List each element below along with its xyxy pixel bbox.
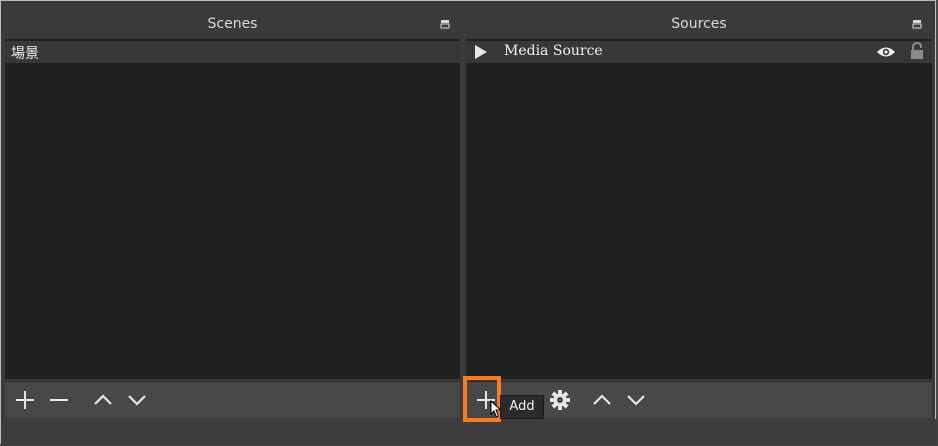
scenes-dock: Scenes 場景 (3, 11, 462, 419)
chevron-up-icon (593, 394, 611, 405)
chevron-down-icon (128, 395, 146, 406)
sources-list[interactable]: Media Source (466, 39, 932, 379)
move-source-down-button[interactable] (620, 382, 652, 418)
source-item-label: Media Source (504, 43, 603, 59)
source-item[interactable]: Media Source (466, 41, 932, 63)
move-scene-up-button[interactable] (87, 382, 119, 418)
add-scene-button[interactable] (9, 382, 41, 418)
dock-float-icon[interactable] (912, 19, 922, 29)
scenes-list[interactable]: 場景 (5, 39, 460, 379)
chevron-up-icon (94, 394, 112, 405)
lock-icon[interactable] (910, 42, 924, 60)
eye-icon[interactable] (876, 45, 896, 59)
mouse-cursor-icon (490, 400, 502, 418)
scene-item-label: 場景 (11, 46, 39, 62)
chevron-down-icon (627, 395, 645, 406)
gear-icon (550, 390, 570, 410)
status-strip (1, 419, 937, 445)
move-source-up-button[interactable] (586, 382, 618, 418)
minus-icon (50, 399, 68, 401)
remove-scene-button[interactable] (43, 382, 75, 418)
plus-icon (16, 391, 34, 409)
play-icon[interactable] (474, 45, 488, 59)
scenes-dock-title: Scenes (207, 16, 258, 32)
dock-float-icon[interactable] (440, 19, 450, 29)
scenes-toolbar (5, 381, 460, 418)
move-scene-down-button[interactable] (121, 382, 153, 418)
sources-dock-title: Sources (671, 16, 727, 32)
sources-dock: Sources Media Source (464, 11, 934, 419)
scene-item[interactable]: 場景 (5, 41, 460, 63)
add-tooltip: Add (500, 395, 544, 419)
source-properties-button[interactable] (544, 382, 576, 418)
